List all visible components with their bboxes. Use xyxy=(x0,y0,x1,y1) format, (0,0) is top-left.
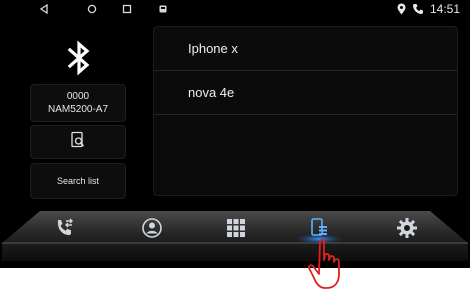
device-name: NAM5200-A7 xyxy=(47,104,109,115)
dialpad-icon[interactable] xyxy=(223,215,249,241)
location-icon xyxy=(395,0,407,18)
device-info-card: 0000 NAM5200-A7 xyxy=(30,84,126,122)
device-search-icon xyxy=(69,131,87,154)
list-item[interactable]: Iphone x xyxy=(154,27,457,71)
phone-icon xyxy=(411,0,425,18)
list-item[interactable]: nova 4e xyxy=(154,71,457,115)
paired-device-list: Iphone x nova 4e xyxy=(153,26,458,196)
back-icon[interactable] xyxy=(37,0,51,18)
search-list-button[interactable]: Search list xyxy=(30,163,126,199)
status-bar: 14:51 xyxy=(0,0,470,24)
contacts-icon[interactable] xyxy=(139,215,165,241)
device-item-label: nova 4e xyxy=(188,85,235,100)
screenshot: 14:51 0000 NAM5200-A7 Search list Iphone… xyxy=(0,0,470,293)
settings-icon[interactable] xyxy=(394,215,420,241)
head-unit-screen: 14:51 0000 NAM5200-A7 Search list Iphone… xyxy=(0,0,470,268)
pin-code: 0000 xyxy=(66,91,90,102)
search-list-label: Search list xyxy=(56,176,100,186)
search-devices-button[interactable] xyxy=(30,125,126,159)
home-icon[interactable] xyxy=(85,0,99,18)
recents-icon[interactable] xyxy=(120,0,134,18)
hand-pointer-icon xyxy=(306,238,348,293)
app-icon xyxy=(157,0,169,18)
bluetooth-icon xyxy=(59,38,99,78)
bottom-dock xyxy=(0,205,470,268)
call-transfer-icon[interactable] xyxy=(52,215,78,241)
device-item-label: Iphone x xyxy=(188,41,238,56)
clock-time: 14:51 xyxy=(430,2,461,16)
